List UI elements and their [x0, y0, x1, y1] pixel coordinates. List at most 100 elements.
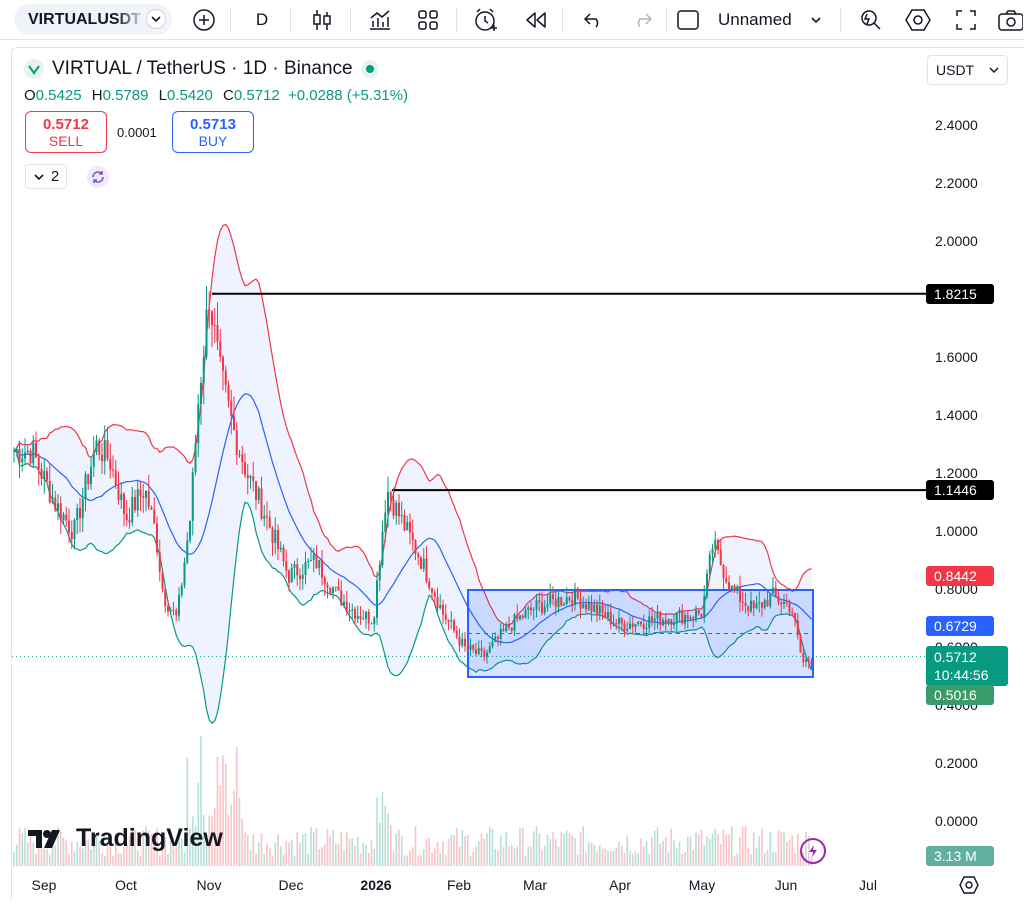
candle-body: [370, 623, 373, 625]
price-axis-label: 0.0000: [935, 813, 978, 829]
candle-body: [640, 621, 642, 625]
price-axis-label: 1.6000: [935, 349, 978, 365]
volume-bar: [615, 847, 618, 866]
candle-body: [527, 607, 530, 610]
tradingview-logo[interactable]: TradingView: [28, 824, 223, 853]
volume-bar: [381, 791, 384, 866]
volume-bar: [510, 844, 513, 866]
candle-body: [200, 382, 202, 405]
candle-body: [312, 554, 315, 561]
price-axis-label: 2.0000: [935, 233, 978, 249]
candle-body: [656, 612, 659, 619]
axis-settings-button[interactable]: [958, 874, 980, 896]
candle-body: [543, 606, 546, 614]
volume-bar: [620, 845, 623, 866]
volume-bar: [560, 831, 563, 866]
performance-badge[interactable]: [800, 838, 826, 864]
volume-bar: [285, 841, 288, 866]
volume-bar: [398, 829, 400, 866]
candle-body: [579, 598, 582, 609]
volume-bar: [277, 834, 279, 866]
candle-body: [623, 623, 626, 631]
candle-body: [615, 623, 618, 625]
candle-body: [241, 454, 244, 463]
buy-button[interactable]: 0.5713 BUY: [172, 111, 254, 153]
volume-bar: [604, 848, 607, 866]
candle-body: [695, 610, 697, 619]
candle-body: [57, 503, 59, 511]
candle-body: [343, 601, 345, 606]
sell-button[interactable]: 0.5712 SELL: [25, 111, 107, 153]
candle-body: [150, 507, 153, 510]
candle-body: [785, 601, 788, 604]
volume-bar: [268, 847, 271, 866]
volume-bar: [48, 854, 51, 866]
candle-body: [244, 462, 246, 475]
candle-body: [321, 559, 323, 578]
volume-bar: [436, 841, 439, 866]
volume-bar: [469, 855, 472, 866]
volume-bar: [642, 846, 645, 866]
volume-bar: [689, 836, 692, 866]
volume-bar: [348, 838, 351, 866]
candle-body: [799, 635, 802, 653]
volume-bar: [260, 833, 263, 866]
candle-body: [101, 455, 103, 462]
volume-bar: [750, 854, 752, 866]
volume-bar: [417, 855, 420, 866]
volume-bar: [359, 853, 362, 866]
candle-body: [568, 597, 571, 601]
candle-body: [629, 623, 631, 630]
time-axis-label: Apr: [609, 877, 631, 893]
candle-body: [68, 520, 70, 533]
volume-bar: [524, 855, 527, 866]
candle-body: [807, 659, 810, 662]
volume-bar: [68, 854, 70, 866]
candle-body: [120, 493, 123, 501]
candle-body: [563, 603, 565, 606]
last-price-tag: 0.5712 10:44:56: [926, 646, 1008, 686]
candle-body: [794, 613, 796, 621]
volume-bar: [299, 843, 301, 866]
candle-body: [318, 559, 321, 568]
candle-body: [719, 549, 722, 565]
indicators-toggle[interactable]: 2: [25, 164, 67, 189]
candle-body: [466, 646, 469, 650]
candle-body: [178, 594, 180, 616]
volume-bar: [552, 831, 554, 866]
candle-body: [711, 548, 714, 555]
volume-bar: [293, 855, 296, 866]
volume-bar: [758, 836, 761, 866]
candle-body: [125, 514, 128, 521]
volume-bar: [730, 826, 733, 866]
volume-bar: [684, 852, 686, 866]
currency-select[interactable]: USDT: [927, 55, 1008, 85]
volume-bar: [18, 828, 21, 866]
candle-body: [18, 448, 21, 463]
volume-bar: [527, 846, 530, 866]
volume-bar: [662, 840, 664, 866]
candle-body: [145, 490, 147, 498]
currency-value: USDT: [936, 62, 975, 78]
candle-body: [505, 624, 508, 632]
sell-label: SELL: [48, 133, 84, 149]
candle-body: [345, 601, 348, 612]
time-axis-label: Oct: [115, 877, 137, 893]
candle-body: [541, 602, 543, 614]
candle-body: [681, 610, 684, 624]
candle-body: [783, 601, 785, 605]
candle-body: [249, 476, 252, 479]
bb-basis-tag: 0.6729: [926, 616, 994, 636]
candle-body: [351, 609, 354, 611]
volume-bar: [574, 838, 576, 866]
volume-bar: [343, 850, 345, 866]
candle-body: [70, 532, 73, 540]
volume-bar: [491, 829, 494, 866]
candle-body: [516, 614, 519, 620]
candle-body: [645, 627, 648, 629]
sync-button[interactable]: [87, 166, 109, 188]
volume-bar: [695, 832, 697, 866]
candle-body: [296, 564, 299, 576]
candle-body: [219, 341, 222, 358]
time-axis-label: Mar: [522, 877, 548, 893]
